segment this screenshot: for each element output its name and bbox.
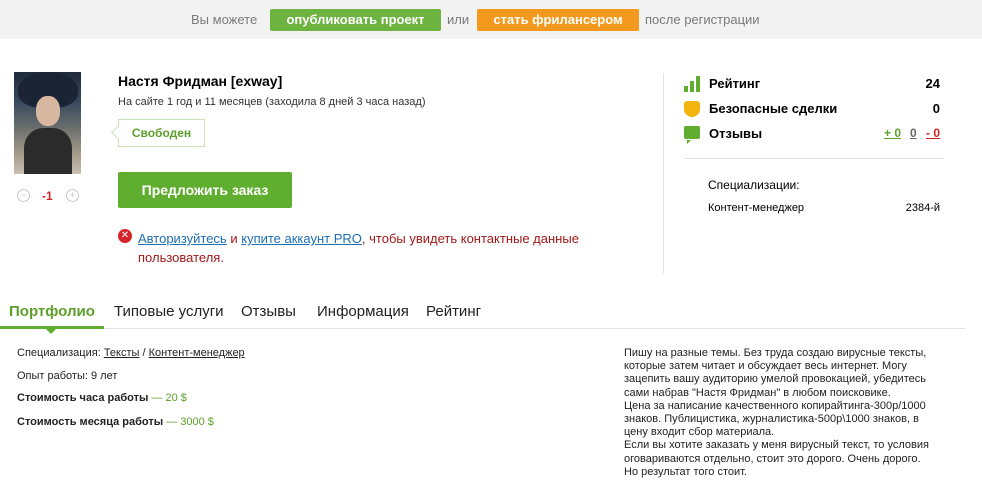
description-line: оговариваются отдельно, стоит это дорого… [624,452,921,465]
become-freelancer-button[interactable]: стать фрилансером [477,9,639,31]
rating-row: Рейтинг 24 [684,74,944,94]
experience-value: 9 лет [91,370,118,382]
description-line: сами набрав "Настя Фридман" в любом поис… [624,386,891,399]
month-cost-line: Стоимость месяца работы — 3000 $ [17,416,214,428]
description-line: которые затем читает и обсуждает весь ин… [624,360,907,373]
divider [663,73,664,273]
banner-suffix: после регистрации [645,12,760,27]
vote-score: -1 [42,189,53,203]
tabs-divider [0,328,965,329]
safe-deals-label: Безопасные сделки [709,101,838,116]
rating-label: Рейтинг [709,76,761,91]
auth-and: и [230,231,238,246]
rating-icon [684,76,700,92]
member-since: На сайте 1 год и 11 месяцев (заходила 8 … [118,96,426,108]
spec-link-texts[interactable]: Тексты [104,347,140,359]
spec-link-content[interactable]: Контент-менеджер [149,347,245,359]
hour-cost-value: — 20 $ [151,392,187,404]
description-line: Цена за написание качественного копирайт… [624,399,926,412]
specializations-heading: Специализации: [708,178,800,192]
user-name: Настя Фридман [exway] [118,73,283,89]
error-icon: ✕ [118,229,132,243]
description-line: Если вы хотите заказать у меня вирусный … [624,439,929,452]
description-line: зацепить вашу аудиторию умелой провокаци… [624,373,926,386]
auth-notice: Авторизуйтесь и купите аккаунт PRO, чтоб… [138,229,608,267]
banner-prefix: Вы можете [191,12,258,27]
specialization-name: Контент-менеджер [708,202,805,214]
reviews-positive[interactable]: + 0 [884,126,901,140]
description-line: знаков. Публицистика, журналистика-500р\… [624,413,919,426]
profile-description: Пишу на разные темы. Без труда создаю ви… [624,347,954,479]
vote-up-icon[interactable]: + [66,189,79,202]
specialization-line: Специализация: Тексты / Контент-менеджер [17,347,245,359]
publish-project-button[interactable]: опубликовать проект [270,9,441,31]
active-tab-caret [46,329,56,334]
month-cost-value: — 3000 $ [166,416,214,428]
reviews-row: Отзывы + 0 0 - 0 [684,124,944,144]
specialization-rank: 2384-й [905,202,940,214]
reviews-neutral[interactable]: 0 [910,126,917,140]
tab-reviews[interactable]: Отзывы [241,303,296,320]
avatar [14,72,81,174]
tab-portfolio[interactable]: Портфолио [9,303,95,320]
buy-pro-link[interactable]: купите аккаунт PRO [241,231,362,246]
shield-icon [684,101,700,117]
status-badge: Свободен [118,119,205,147]
registration-banner: Вы можете опубликовать проект или стать … [0,0,982,39]
rating-value: 24 [925,76,940,91]
hour-cost-line: Стоимость часа работы — 20 $ [17,392,187,404]
tab-services[interactable]: Типовые услуги [114,303,224,320]
description-line: Но результат того стоит. [624,465,747,478]
description-line: Пишу на разные темы. Без труда создаю ви… [624,347,927,359]
description-line: цену входит сбор материала. [624,426,775,439]
login-link[interactable]: Авторизуйтесь [138,231,227,246]
safe-deals-value: 0 [932,101,940,116]
safe-deals-row: Безопасные сделки 0 [684,99,944,119]
experience-label: Опыт работы: [17,370,88,382]
spec-separator: / [142,347,146,359]
hour-cost-label: Стоимость часа работы [17,392,149,404]
banner-or: или [447,12,470,27]
reviews-label: Отзывы [709,126,763,141]
specialization-label: Специализация: [17,347,101,359]
vote-down-icon[interactable]: − [17,189,30,202]
month-cost-label: Стоимость месяца работы [17,416,164,428]
tab-info[interactable]: Информация [317,303,409,320]
experience-line: Опыт работы: 9 лет [17,370,117,382]
offer-order-button[interactable]: Предложить заказ [118,172,292,208]
stats-divider [684,158,944,159]
tab-rating[interactable]: Рейтинг [426,303,481,320]
chat-icon [684,126,700,144]
reviews-negative[interactable]: - 0 [926,126,940,140]
